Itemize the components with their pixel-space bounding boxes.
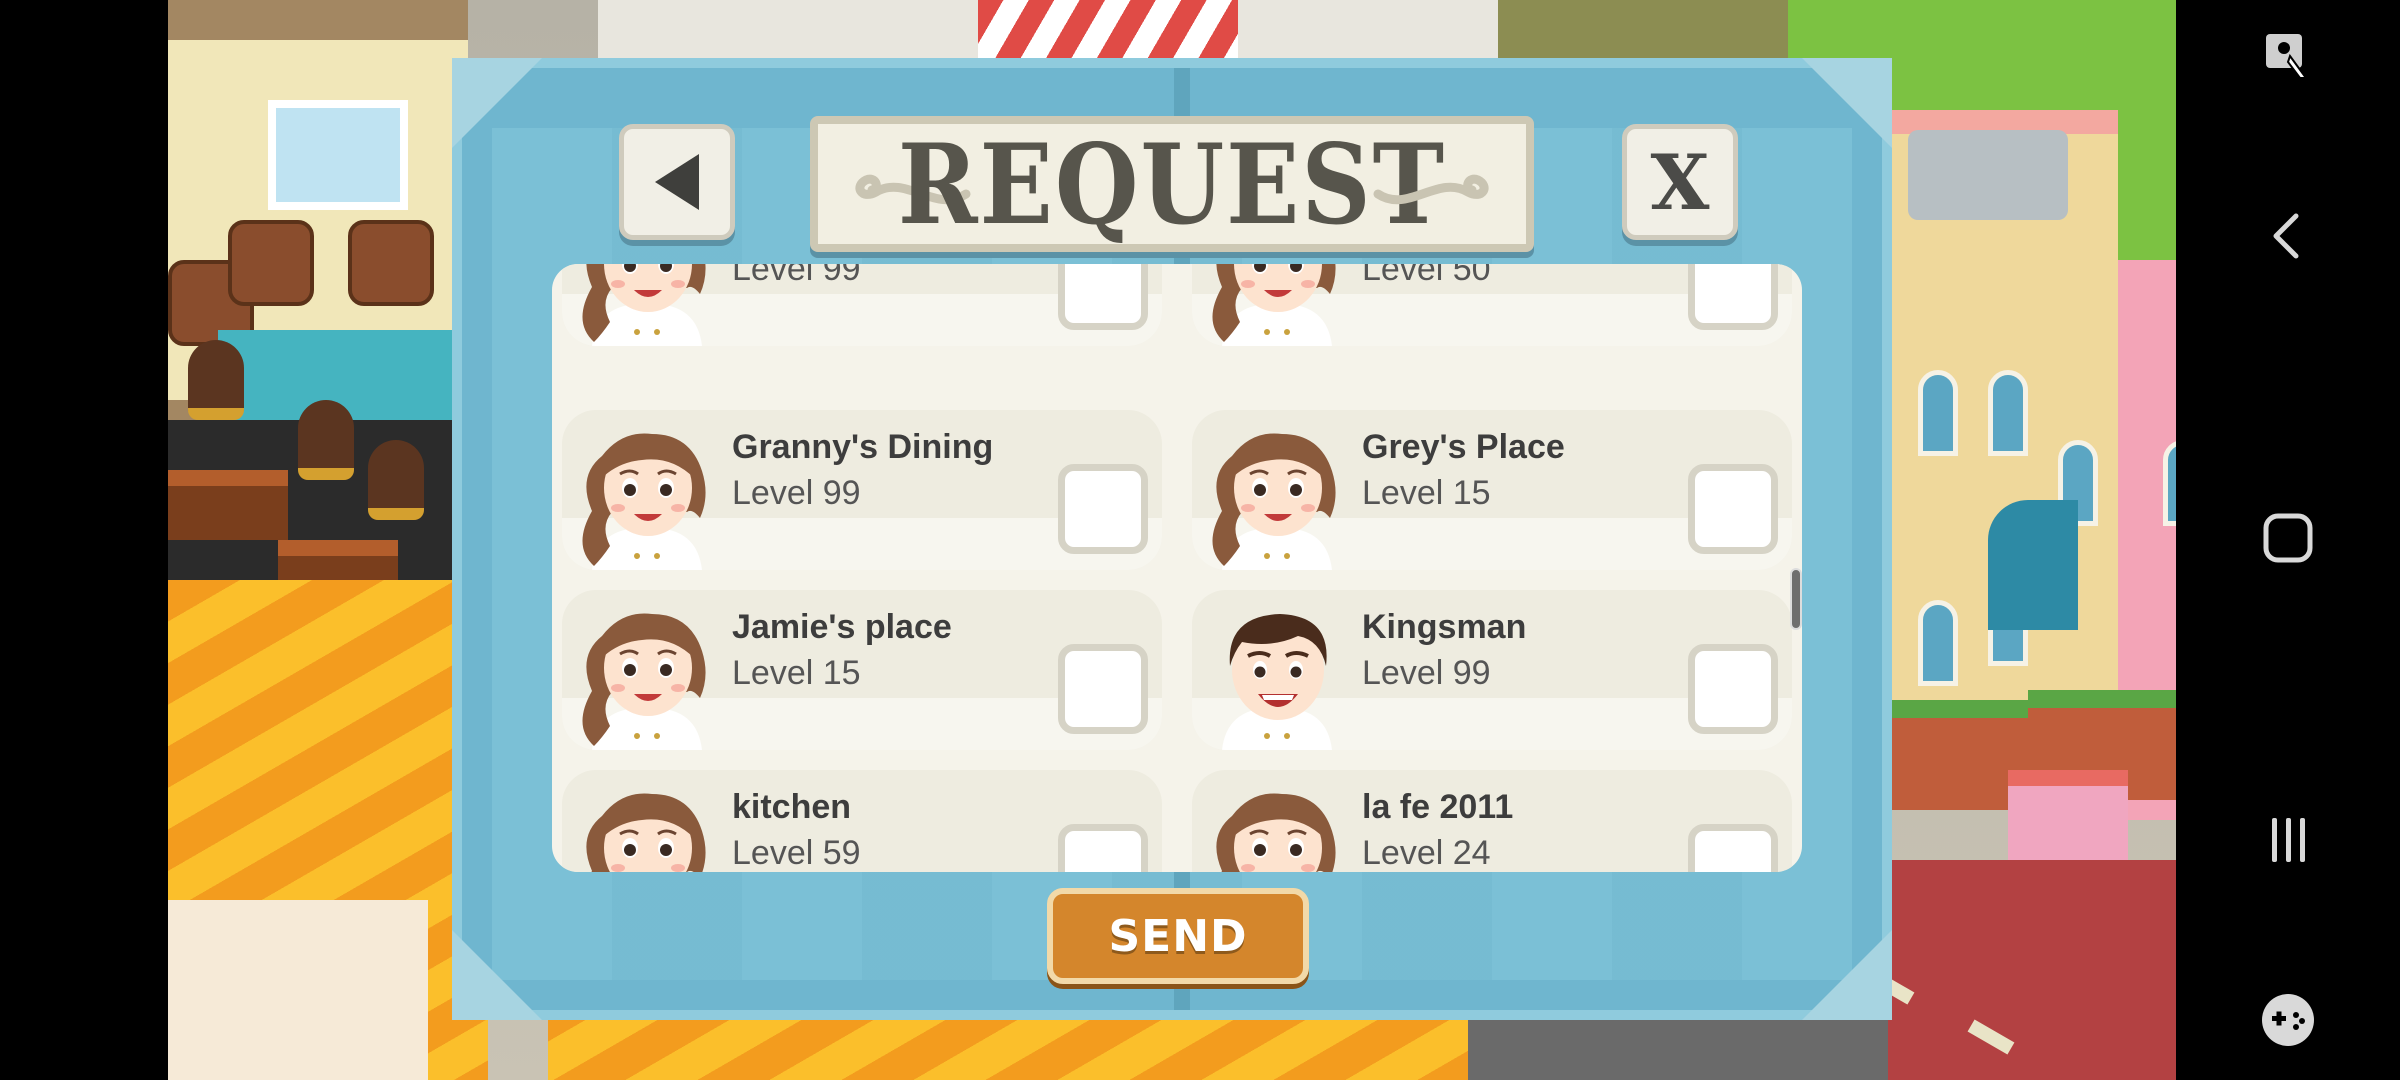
friend-name: kitchen <box>732 788 852 826</box>
screen: REQUEST X Level 99 Level 50 Granny's Din… <box>0 0 2400 1080</box>
friend-level: Level 15 <box>732 654 861 692</box>
avatar-icon <box>582 264 706 346</box>
friend-level: Level 99 <box>732 264 861 288</box>
friend-name: la fe 2011 <box>1362 788 1514 826</box>
select-checkbox[interactable] <box>1058 644 1148 734</box>
building-window <box>2163 440 2176 526</box>
list-scrollbar[interactable] <box>1790 568 1802 630</box>
friend-list-content: Level 99 Level 50 Granny's Dining Level … <box>552 264 1802 872</box>
friend-row[interactable]: la fe 2011 Level 24 <box>1192 770 1792 872</box>
friend-row[interactable]: kitchen Level 59 <box>562 770 1162 872</box>
friend-name: Granny's Dining <box>732 428 994 466</box>
select-checkbox[interactable] <box>1688 644 1778 734</box>
avatar-icon <box>582 613 706 750</box>
friend-row[interactable]: Jamie's place Level 15 <box>562 590 1162 750</box>
building-window <box>1918 600 1958 686</box>
title-plate: REQUEST <box>810 116 1534 252</box>
avatar-icon <box>1222 614 1332 750</box>
screen-touch-icon[interactable] <box>2248 14 2328 94</box>
game-controller-icon[interactable] <box>2248 980 2328 1060</box>
dialog-title: REQUEST <box>897 119 1447 249</box>
chairs <box>168 900 428 1080</box>
barrel <box>228 220 314 306</box>
friend-level: Level 24 <box>1362 834 1491 872</box>
home-square-icon[interactable] <box>2248 498 2328 578</box>
friend-row[interactable]: Level 99 <box>562 264 1162 346</box>
avatar-icon <box>1212 264 1336 346</box>
friend-name: Jamie's place <box>732 608 952 646</box>
avatar-icon <box>586 793 706 872</box>
friend-level: Level 50 <box>1362 264 1491 288</box>
select-checkbox[interactable] <box>1058 264 1148 330</box>
back-chevron-icon[interactable] <box>2248 196 2328 276</box>
send-button[interactable]: SEND <box>1047 888 1309 984</box>
turkey-decoration <box>188 340 244 420</box>
friend-list[interactable]: Level 99 Level 50 Granny's Dining Level … <box>552 264 1802 872</box>
friend-level: Level 99 <box>1362 654 1491 692</box>
friend-row[interactable]: Kingsman Level 99 <box>1192 590 1792 750</box>
kitchen-counter <box>1468 1010 1888 1080</box>
building-window <box>1988 370 2028 456</box>
restaurant-window <box>268 100 408 210</box>
system-nav-bar <box>2176 0 2400 1080</box>
striped-awning <box>978 0 1238 60</box>
friend-row[interactable]: Level 50 <box>1192 264 1792 346</box>
request-dialog: REQUEST X Level 99 Level 50 Granny's Din… <box>452 58 1892 1020</box>
friend-level: Level 15 <box>1362 474 1491 512</box>
friend-level: Level 59 <box>732 834 861 872</box>
recent-apps-icon[interactable] <box>2248 800 2328 880</box>
select-checkbox[interactable] <box>1058 824 1148 872</box>
buffet-table <box>168 470 288 540</box>
avatar-icon <box>1216 793 1336 872</box>
dialog-corner <box>1802 930 1892 1020</box>
barrel <box>348 220 434 306</box>
dialog-corner <box>1802 58 1892 148</box>
friend-row[interactable]: Granny's Dining Level 99 <box>562 410 1162 570</box>
avatar-icon <box>1212 433 1336 570</box>
shop-awning <box>1988 500 2078 630</box>
select-checkbox[interactable] <box>1058 464 1148 554</box>
dialog-corner <box>452 58 542 148</box>
friend-level: Level 99 <box>732 474 861 512</box>
close-button[interactable]: X <box>1622 124 1738 240</box>
roof-tiles <box>1498 0 1798 60</box>
swirl-ornament-icon <box>1373 174 1489 205</box>
friend-row[interactable]: Grey's Place Level 15 <box>1192 410 1792 570</box>
select-checkbox[interactable] <box>1688 824 1778 872</box>
rooftop-vents <box>1908 130 2068 220</box>
back-arrow-icon <box>655 154 699 210</box>
turkey-decoration <box>298 400 354 480</box>
flower-stand <box>2008 770 2128 860</box>
friend-name: Grey's Place <box>1362 428 1565 466</box>
back-button[interactable] <box>619 124 735 240</box>
turkey-decoration <box>368 440 424 520</box>
friend-name: Kingsman <box>1362 608 1527 646</box>
select-checkbox[interactable] <box>1688 464 1778 554</box>
select-checkbox[interactable] <box>1688 264 1778 330</box>
dialog-corner <box>452 930 542 1020</box>
building-window <box>1918 370 1958 456</box>
avatar-icon <box>582 433 706 570</box>
